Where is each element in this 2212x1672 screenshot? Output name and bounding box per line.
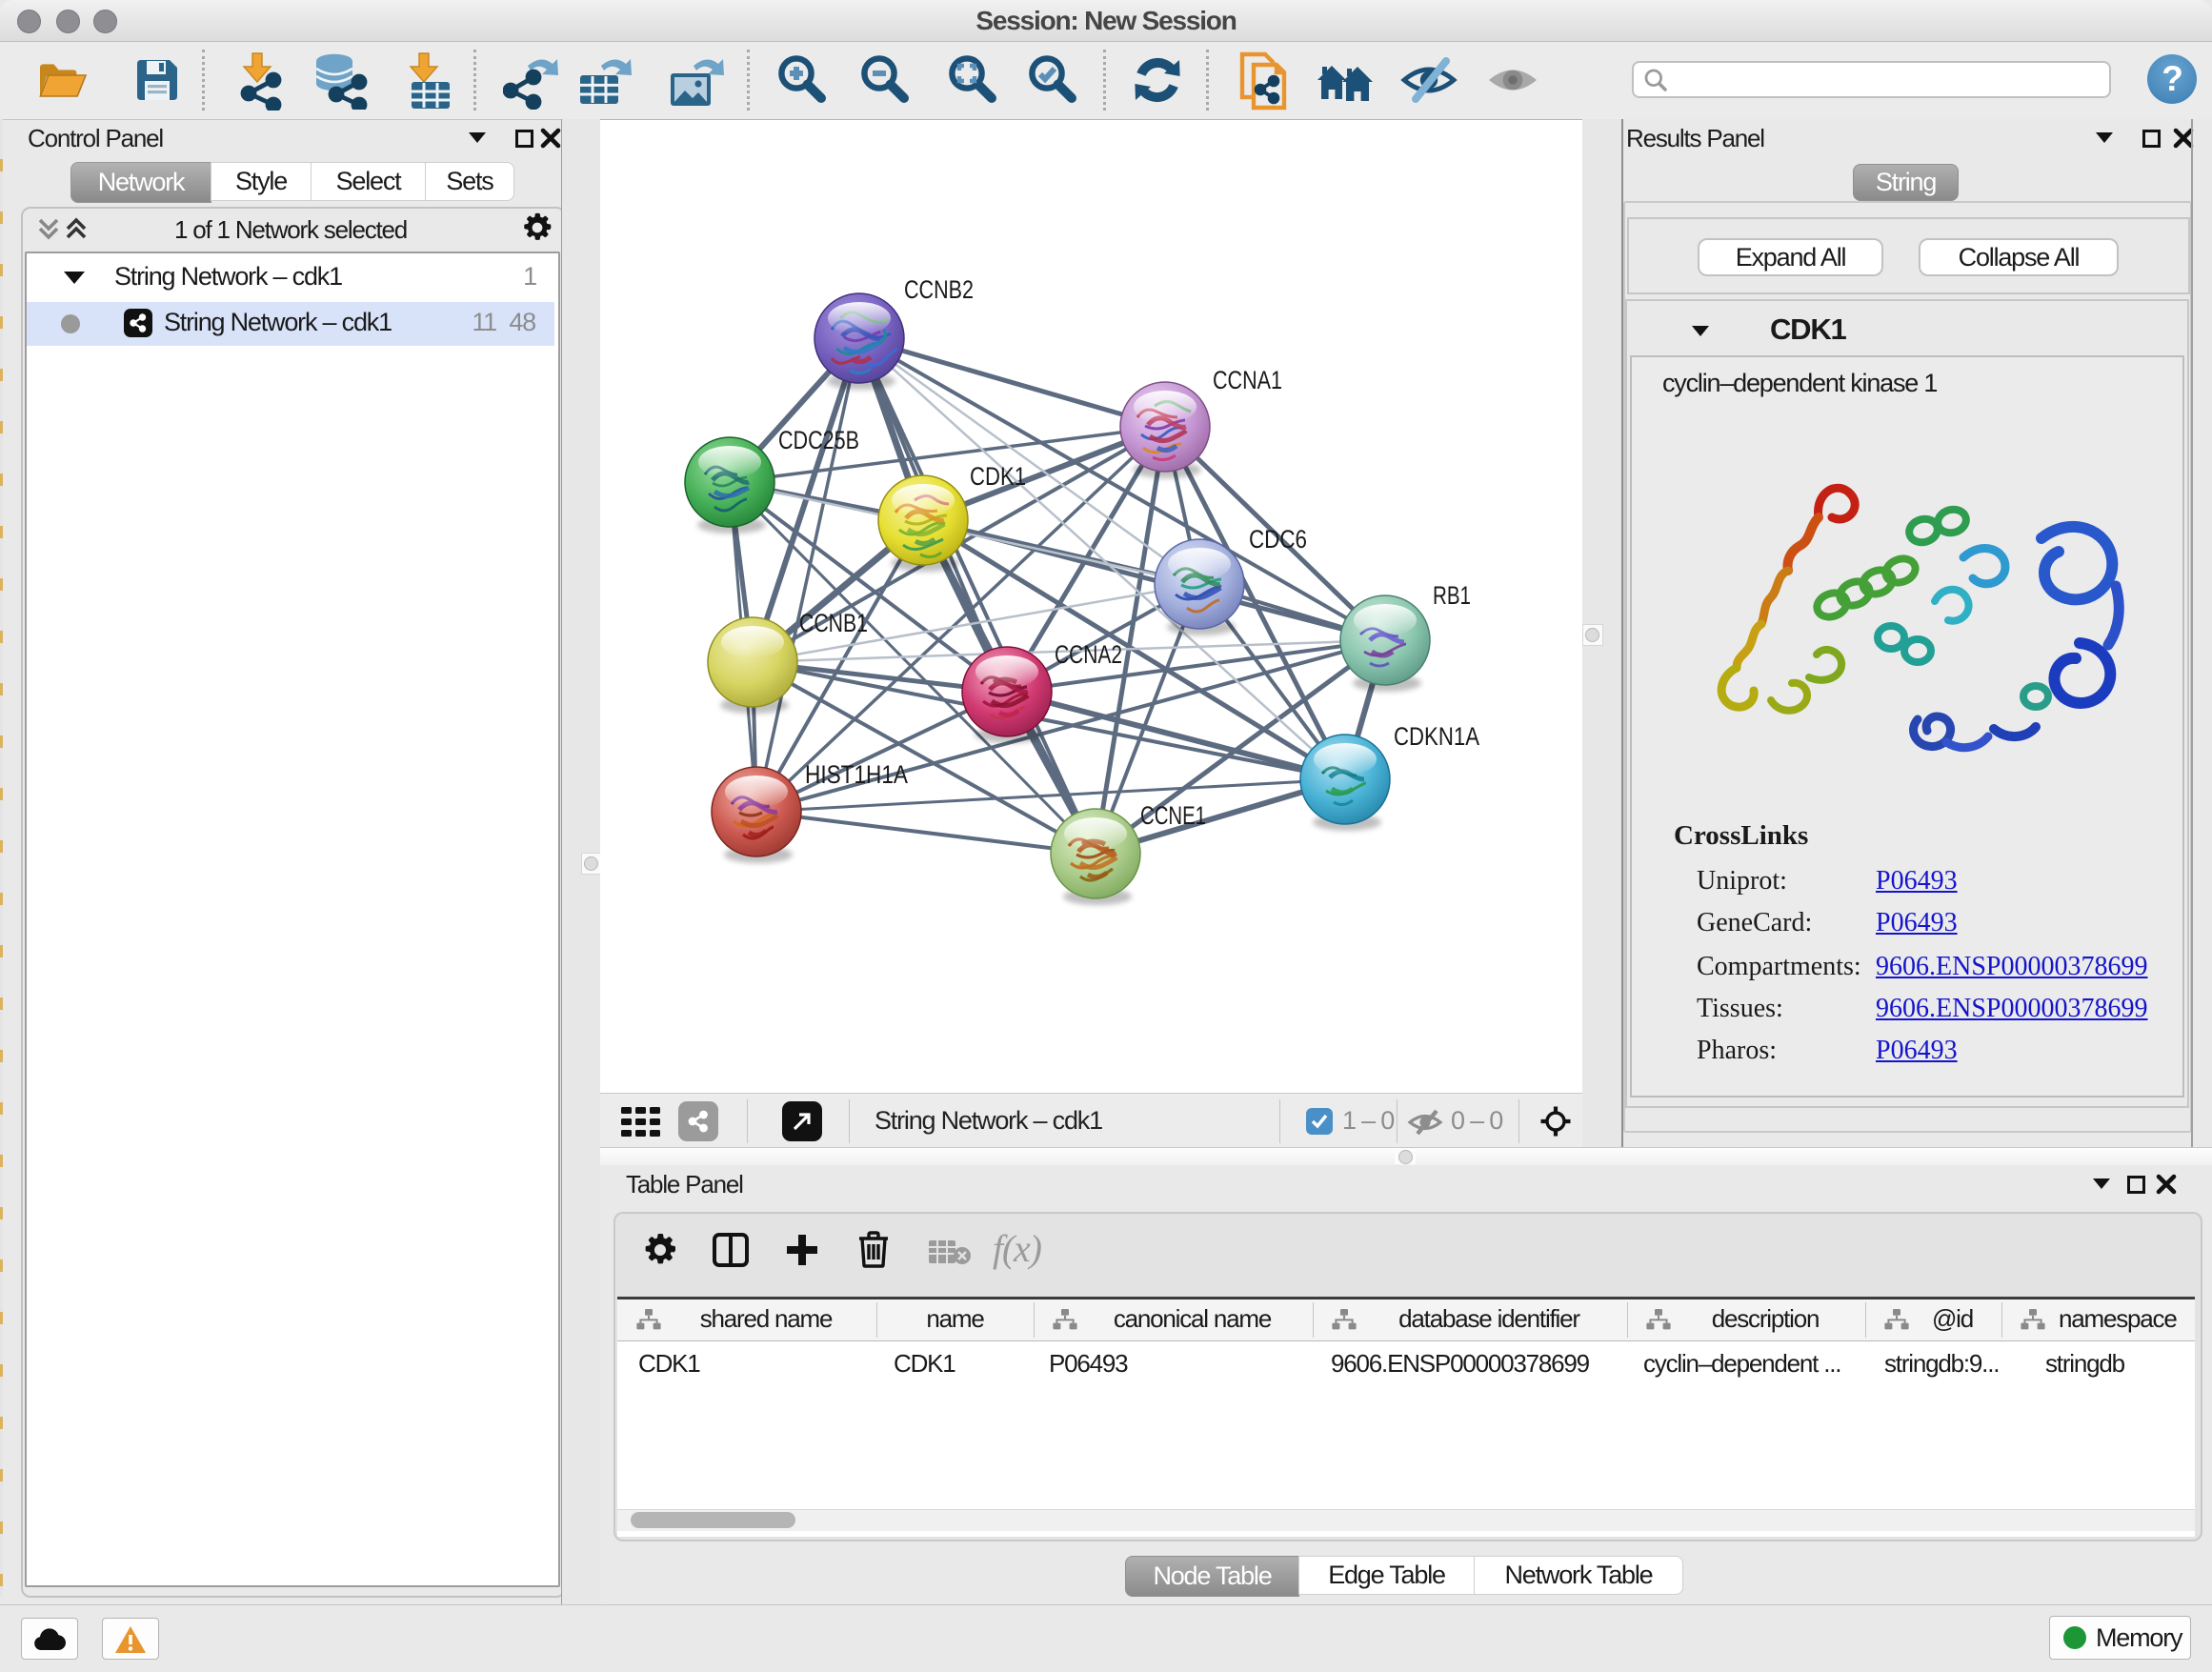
svg-text:CCNA1: CCNA1: [1213, 366, 1282, 394]
svg-text:CDKN1A: CDKN1A: [1394, 722, 1479, 751]
svg-text:CCNB2: CCNB2: [904, 275, 974, 304]
svg-text:CDC6: CDC6: [1249, 525, 1307, 554]
svg-text:RB1: RB1: [1433, 581, 1471, 610]
svg-text:CDK1: CDK1: [970, 462, 1026, 491]
svg-text:CCNB1: CCNB1: [799, 609, 868, 637]
svg-text:HIST1H1A: HIST1H1A: [805, 760, 908, 789]
svg-text:CCNA2: CCNA2: [1055, 640, 1122, 669]
svg-text:CDC25B: CDC25B: [778, 426, 859, 454]
svg-text:CCNE1: CCNE1: [1140, 801, 1206, 830]
